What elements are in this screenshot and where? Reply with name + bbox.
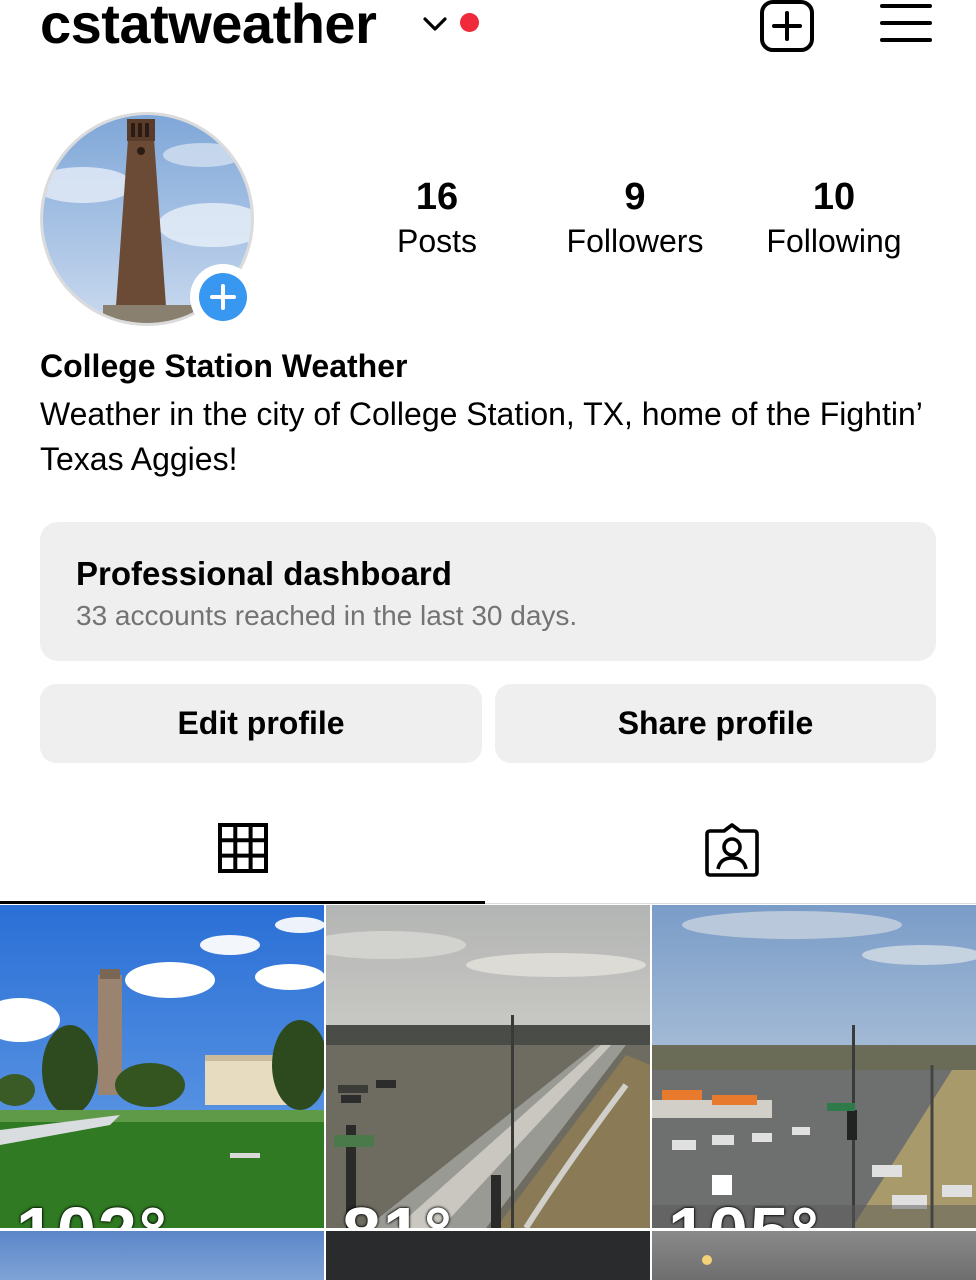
post-thumbnail[interactable] bbox=[326, 1231, 650, 1280]
profile-tabs bbox=[0, 808, 976, 904]
post-temperature: 102° bbox=[16, 1197, 169, 1228]
account-username[interactable]: cstatweather bbox=[40, 0, 377, 56]
post-thumbnail[interactable] bbox=[0, 1231, 324, 1280]
dashboard-title: Professional dashboard bbox=[76, 555, 452, 592]
following-count: 10 bbox=[812, 176, 856, 218]
followers-label: Followers bbox=[566, 223, 704, 259]
posts-label: Posts bbox=[396, 223, 478, 259]
posts-grid: 102° 81° bbox=[0, 905, 976, 1280]
posts-stat[interactable]: 16 Posts bbox=[347, 175, 527, 263]
post-thumbnail[interactable] bbox=[652, 1231, 976, 1280]
followers-stat[interactable]: 9 Followers bbox=[545, 175, 725, 263]
tab-tagged[interactable] bbox=[489, 808, 974, 904]
followers-count: 9 bbox=[624, 176, 646, 218]
tagged-icon bbox=[704, 823, 760, 882]
professional-dashboard-card[interactable]: Professional dashboard 33 accounts reach… bbox=[40, 522, 936, 661]
top-bar: cstatweather bbox=[0, 0, 976, 70]
following-stat[interactable]: 10 Following bbox=[744, 175, 924, 263]
new-post-icon[interactable] bbox=[758, 0, 816, 52]
add-story-button[interactable] bbox=[190, 264, 256, 330]
notification-dot bbox=[460, 13, 479, 32]
chevron-down-icon[interactable] bbox=[422, 14, 448, 34]
plus-icon bbox=[199, 273, 247, 321]
posts-count: 16 bbox=[415, 176, 459, 218]
bio-text: Weather in the city of College Station, … bbox=[40, 396, 922, 477]
menu-icon[interactable] bbox=[880, 2, 932, 46]
post-temperature: 105° bbox=[668, 1197, 821, 1228]
grid-icon bbox=[218, 823, 268, 878]
display-name: College Station Weather bbox=[40, 348, 408, 384]
post-thumbnail[interactable]: 81° bbox=[326, 905, 650, 1228]
post-thumbnail[interactable]: 105° bbox=[652, 905, 976, 1228]
post-temperature: 81° bbox=[342, 1197, 454, 1228]
tab-posts-grid[interactable] bbox=[0, 808, 485, 904]
share-profile-button[interactable]: Share profile bbox=[495, 684, 936, 763]
edit-profile-button[interactable]: Edit profile bbox=[40, 684, 482, 763]
following-label: Following bbox=[766, 223, 902, 259]
post-thumbnail[interactable]: 102° bbox=[0, 905, 324, 1228]
dashboard-subtitle: 33 accounts reached in the last 30 days. bbox=[76, 600, 578, 631]
